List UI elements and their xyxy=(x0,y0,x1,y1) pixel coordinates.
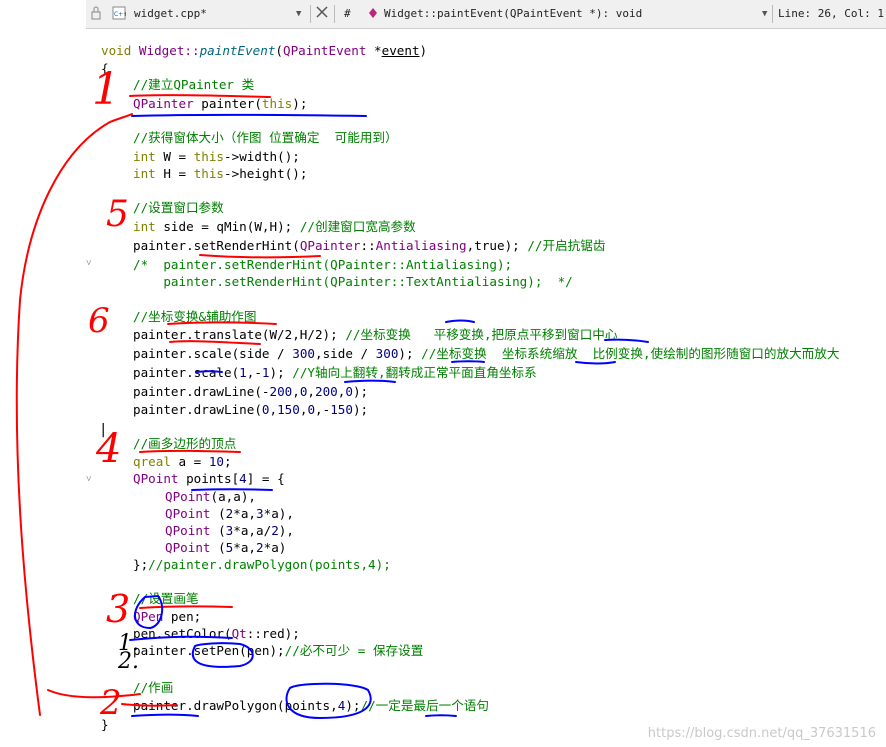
file-selector[interactable]: widget.cpp* xyxy=(134,6,207,22)
code-line: //坐标变换&辅助作图 xyxy=(133,309,257,324)
code-line: //设置画笔 xyxy=(133,591,199,606)
code-line: qreal a = 10; xyxy=(133,454,232,469)
separator xyxy=(772,5,773,23)
line-gutter: ˅ ˅ | xyxy=(0,0,107,747)
code-line: QPoint (2*a,3*a), xyxy=(165,506,294,521)
code-line: painter.translate(W/2,H/2); //坐标变换 平移变换,… xyxy=(133,327,618,342)
code-line: int H = this->height(); xyxy=(133,166,308,181)
chevron-down-icon[interactable]: ▼ xyxy=(762,6,767,22)
code-line: };//painter.drawPolygon(points,4); xyxy=(133,557,391,572)
code-line: { xyxy=(101,61,109,76)
code-line: painter.setRenderHint(QPainter::TextAnti… xyxy=(133,274,573,289)
code-line: //设置窗口参数 xyxy=(133,200,224,215)
code-line: painter.setPen(pen);//必不可少 = 保存设置 xyxy=(133,643,424,658)
code-line: QPoint (3*a,a/2), xyxy=(165,523,294,538)
watermark: https://blog.csdn.net/qq_37631516 xyxy=(647,726,876,741)
cpp-file-icon: C++ xyxy=(112,6,128,22)
code-line: } xyxy=(101,717,109,732)
code-line: int side = qMin(W,H); //创建窗口宽高参数 xyxy=(133,219,416,234)
hash-label: # xyxy=(344,7,351,20)
close-icon[interactable] xyxy=(316,6,328,22)
lock-icon[interactable] xyxy=(90,6,102,22)
code-line: QPoint points[4] = { xyxy=(133,471,285,486)
editor-toolbar: C++ widget.cpp* ▼ # Widget::paintEvent(Q… xyxy=(86,0,886,29)
separator xyxy=(334,5,335,23)
function-icon xyxy=(368,6,378,22)
code-line: //画多边形的顶点 xyxy=(133,436,237,451)
code-line: /* painter.setRenderHint(QPainter::Antia… xyxy=(133,257,513,272)
cursor-position: Line: 26, Col: 1 xyxy=(778,7,884,20)
code-line: QPainter painter(this); xyxy=(133,96,308,111)
code-line: int W = this->width(); xyxy=(133,149,300,164)
code-line: QPoint (5*a,2*a) xyxy=(165,540,287,555)
code-editor: ˅ ˅ | C++ widget.cpp* ▼ # Widget::paintE… xyxy=(0,0,886,747)
code-line: //获得窗体大小（作图 位置确定 可能用到） xyxy=(133,130,398,145)
code-line: //建立QPainter 类 xyxy=(133,77,255,92)
code-line: painter.drawLine(-200,0,200,0); xyxy=(133,384,369,399)
code-line: painter.scale(1,-1); //Y轴向上翻转,翻转成正常平面直角坐… xyxy=(133,365,537,380)
code-line: QPoint(a,a), xyxy=(165,489,256,504)
code-line: //作画 xyxy=(133,680,174,695)
function-selector[interactable]: Widget::paintEvent(QPaintEvent *): void xyxy=(384,6,642,22)
code-line: painter.drawPolygon(points,4);//一定是最后一个语… xyxy=(133,698,489,713)
code-line: void Widget::paintEvent(QPaintEvent *eve… xyxy=(101,43,428,58)
separator xyxy=(310,5,311,23)
chevron-down-icon[interactable]: ▼ xyxy=(296,6,301,22)
code-line: painter.drawLine(0,150,0,-150); xyxy=(133,402,369,417)
code-area[interactable]: void Widget::paintEvent(QPaintEvent *eve… xyxy=(86,28,886,747)
code-line: painter.scale(side / 300,side / 300); //… xyxy=(133,346,840,361)
svg-text:C++: C++ xyxy=(114,11,126,18)
code-line: pen.setColor(Qt::red); xyxy=(133,626,300,641)
code-line: painter.setRenderHint(QPainter::Antialia… xyxy=(133,238,606,253)
code-line: QPen pen; xyxy=(133,609,202,624)
